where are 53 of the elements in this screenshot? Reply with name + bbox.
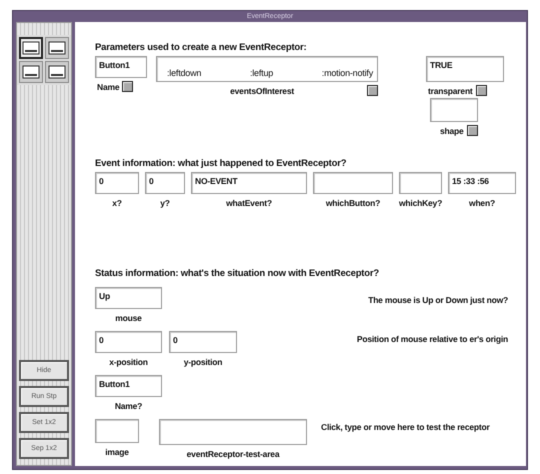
tool-button[interactable] bbox=[45, 37, 69, 59]
field-label: eventReceptor-test-area bbox=[186, 449, 281, 459]
window-icon bbox=[48, 41, 66, 55]
field-label: transparent bbox=[428, 86, 473, 96]
mouse-field[interactable]: Up bbox=[95, 287, 162, 309]
menu-button[interactable] bbox=[122, 81, 134, 92]
section-heading: Status information: what's the situation now with EventReceptor? bbox=[95, 268, 380, 279]
tool-button[interactable] bbox=[45, 61, 69, 83]
field-label: whichButton? bbox=[324, 198, 382, 208]
field-label: shape bbox=[440, 126, 464, 136]
event-option[interactable]: :leftdown bbox=[167, 68, 202, 78]
field-label: when? bbox=[468, 198, 496, 208]
info-field[interactable]: 15 :33 :56 bbox=[448, 172, 516, 194]
help-text: Position of mouse relative to er's origin bbox=[356, 334, 508, 344]
field-label: whatEvent? bbox=[225, 198, 273, 208]
field-label: Name bbox=[97, 82, 120, 92]
name-field[interactable]: Button1 bbox=[95, 375, 162, 397]
info-field[interactable]: 0 bbox=[145, 172, 185, 194]
field-label: mouse bbox=[114, 313, 143, 323]
window-icon bbox=[48, 65, 66, 79]
section-heading: Parameters used to create a new EventReceptor: bbox=[95, 42, 308, 53]
field-label: x-position bbox=[108, 357, 149, 367]
events-field[interactable]: :leftdown :leftup :motion-notify bbox=[156, 56, 378, 82]
info-field[interactable] bbox=[399, 172, 442, 194]
field-label: image bbox=[104, 447, 130, 457]
tool-button[interactable] bbox=[19, 61, 43, 83]
field-label: y-position bbox=[182, 357, 224, 367]
field-label: eventsOfInterest bbox=[230, 86, 294, 96]
transparent-field[interactable]: TRUE bbox=[426, 56, 504, 82]
menu-button[interactable] bbox=[367, 85, 378, 96]
info-field[interactable] bbox=[313, 172, 393, 194]
menu-button[interactable] bbox=[466, 125, 478, 136]
tool-button[interactable] bbox=[19, 37, 43, 59]
y-position-field[interactable]: 0 bbox=[169, 331, 237, 353]
help-text: Click, type or move here to test the receptor bbox=[321, 422, 491, 432]
menu-button[interactable] bbox=[476, 85, 487, 96]
field-label: Name? bbox=[114, 401, 144, 411]
name-field[interactable]: Button1 bbox=[95, 56, 147, 78]
field-label: y? bbox=[159, 198, 171, 208]
field-label: x? bbox=[111, 198, 123, 208]
shape-field[interactable] bbox=[430, 98, 478, 122]
info-field[interactable]: 0 bbox=[95, 172, 139, 194]
event-option[interactable]: :motion-notify bbox=[322, 68, 373, 78]
help-text: The mouse is Up or Down just now? bbox=[368, 295, 508, 305]
event-option[interactable]: :leftup bbox=[250, 68, 274, 78]
image-field[interactable] bbox=[95, 419, 139, 443]
window-icon bbox=[22, 65, 40, 79]
window-icon bbox=[22, 41, 40, 55]
test-area[interactable] bbox=[159, 419, 307, 445]
x-position-field[interactable]: 0 bbox=[95, 331, 162, 353]
section-heading: Event information: what just happened to EventReceptor? bbox=[95, 158, 348, 169]
field-label: whichKey? bbox=[399, 198, 442, 208]
info-field[interactable]: NO-EVENT bbox=[191, 172, 307, 194]
